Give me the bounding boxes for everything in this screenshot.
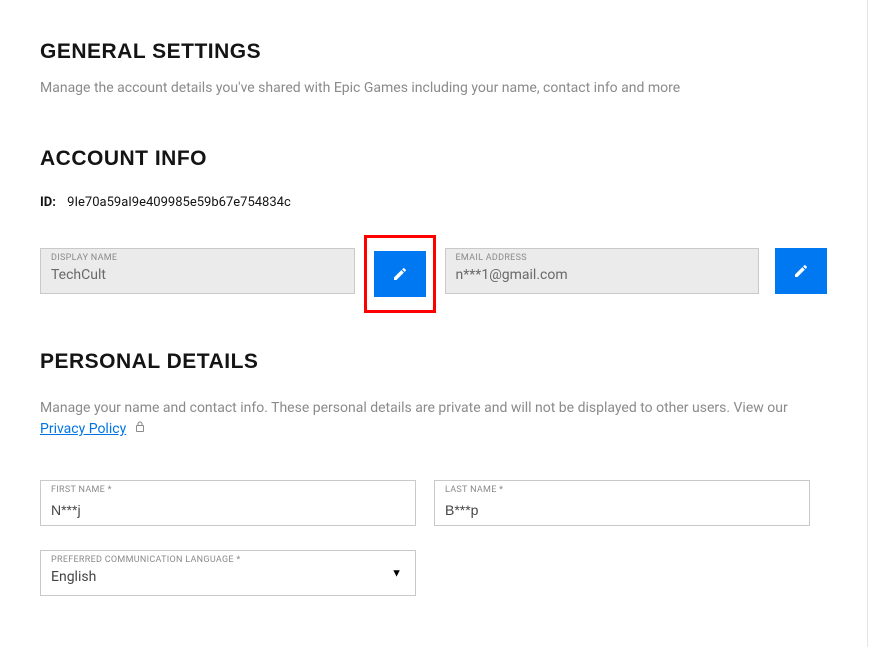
general-settings-title: GENERAL SETTINGS <box>40 40 827 64</box>
pencil-icon <box>793 263 809 279</box>
account-id-label: ID: <box>40 195 56 210</box>
last-name-label: LAST NAME * <box>445 485 503 495</box>
general-settings-desc: Manage the account details you've shared… <box>40 78 827 99</box>
personal-details-title: PERSONAL DETAILS <box>40 350 827 374</box>
edit-display-name-button[interactable] <box>374 251 426 297</box>
display-name-label: DISPLAY NAME <box>51 253 117 263</box>
personal-details-desc: Manage your name and contact info. These… <box>40 398 827 440</box>
language-label: PREFERRED COMMUNICATION LANGUAGE * <box>51 555 241 565</box>
account-info-title: ACCOUNT INFO <box>40 147 827 171</box>
first-name-label: FIRST NAME * <box>51 485 112 495</box>
language-select-wrap: PREFERRED COMMUNICATION LANGUAGE * Engli… <box>40 550 416 596</box>
email-field-wrap: EMAIL ADDRESS n***1@gmail.com <box>445 248 760 300</box>
display-name-field-wrap: DISPLAY NAME TechCult <box>40 248 355 300</box>
pencil-icon <box>392 266 408 282</box>
first-name-field-wrap: FIRST NAME * <box>40 480 416 526</box>
email-label: EMAIL ADDRESS <box>456 253 527 263</box>
lock-icon <box>134 420 146 440</box>
last-name-field-wrap: LAST NAME * <box>434 480 810 526</box>
account-id-value: 9Ie70a59aI9e409985e59b67e754834c <box>67 195 291 210</box>
privacy-policy-link[interactable]: Privacy Policy <box>40 421 126 437</box>
account-id-row: ID: 9Ie70a59aI9e409985e59b67e754834c <box>40 195 827 210</box>
personal-desc-text: Manage your name and contact info. These… <box>40 400 788 416</box>
highlight-annotation <box>364 235 436 313</box>
edit-email-button[interactable] <box>775 248 827 294</box>
